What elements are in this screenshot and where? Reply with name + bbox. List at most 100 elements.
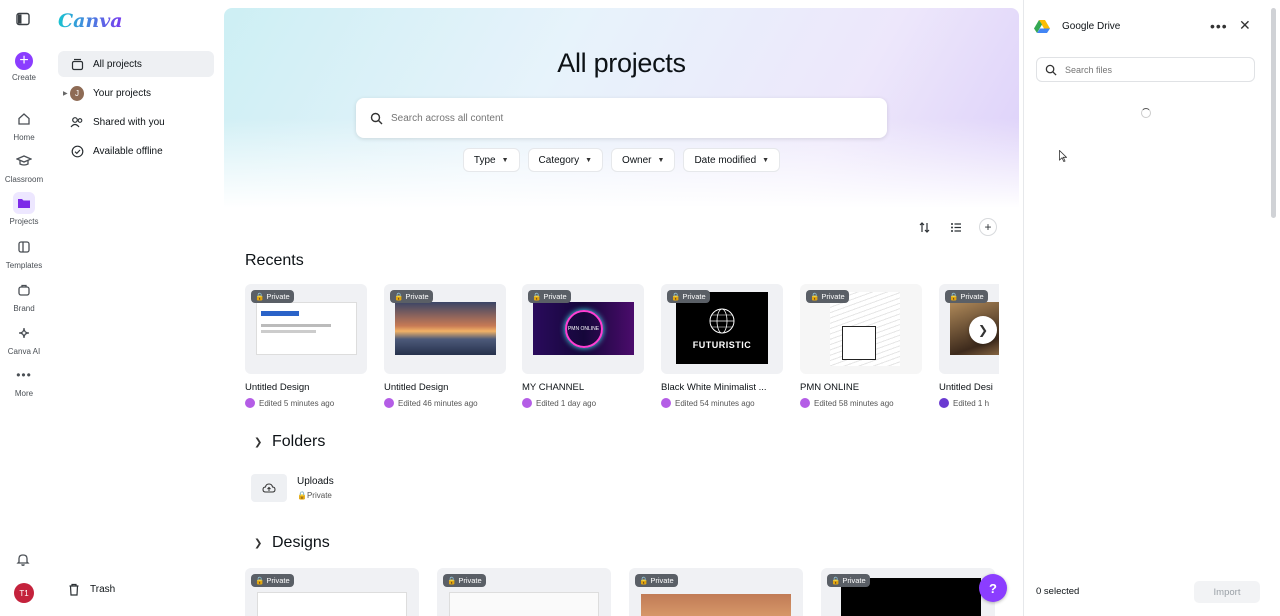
filter-owner[interactable]: Owner ▼: [611, 148, 676, 172]
designs-heading: Designs: [272, 534, 330, 551]
sort-icon[interactable]: [915, 218, 933, 236]
thumb-channel: PMN ONLINE: [533, 302, 634, 355]
card-edited: Edited 54 minutes ago: [675, 398, 755, 408]
chevron-down-icon[interactable]: ❯: [254, 437, 262, 448]
canva-app: + Create Home Classroom Projects Templat…: [0, 0, 1280, 616]
upload-cloud-icon: [251, 474, 287, 502]
sidebar-item-trash[interactable]: Trash: [68, 583, 115, 596]
content-search[interactable]: [356, 98, 887, 138]
folder-text: Uploads 🔒Private: [297, 476, 334, 500]
sidebar-item-label: All projects: [93, 58, 142, 70]
badge-label: Private: [266, 292, 290, 301]
badge-label: Private: [842, 576, 866, 585]
design-card[interactable]: 🔒 Private: [629, 568, 803, 616]
recent-card[interactable]: 🔒 Private Untitled Design Edited 46 minut…: [384, 284, 506, 408]
badge-label: Private: [405, 292, 429, 301]
design-thumbnail: 🔒 Private: [384, 284, 506, 374]
recent-card[interactable]: 🔒 Private PMN ONLINE Edited 58 minutes ag…: [800, 284, 922, 408]
rail-home[interactable]: Home: [0, 108, 48, 142]
rail-create[interactable]: + Create: [0, 52, 48, 82]
sidebar-item-label: Shared with you: [93, 116, 165, 128]
owner-avatar: [939, 398, 949, 408]
card-title: Untitled Design: [384, 382, 449, 393]
lock-icon: 🔒: [831, 576, 841, 585]
design-card[interactable]: 🔒 Private: [821, 568, 995, 616]
owner-avatar: [384, 398, 394, 408]
import-button[interactable]: Import: [1194, 581, 1260, 603]
card-edited: Edited 1 day ago: [536, 398, 597, 408]
panel-scrollbar[interactable]: [1271, 8, 1276, 218]
card-edited: Edited 58 minutes ago: [814, 398, 894, 408]
sidebar-item-label: Trash: [90, 584, 116, 595]
thumb-document: [449, 592, 599, 616]
loading-spinner: [1141, 108, 1151, 118]
drive-search[interactable]: [1036, 57, 1255, 82]
people-icon: [70, 115, 84, 129]
caret-right-icon[interactable]: ▶: [63, 90, 68, 97]
folder-privacy-label: Private: [306, 491, 332, 500]
more-options-icon[interactable]: •••: [1210, 18, 1228, 34]
lock-icon: 🔒: [532, 292, 542, 301]
close-icon[interactable]: ✕: [1239, 17, 1251, 34]
sidebar-item-shared[interactable]: Shared with you: [58, 109, 214, 135]
list-view-icon[interactable]: [947, 218, 965, 236]
card-title: Black White Minimalist ...: [661, 382, 767, 393]
filter-category[interactable]: Category ▼: [527, 148, 604, 172]
folder-uploads[interactable]: Uploads 🔒Private: [251, 474, 334, 502]
sidebar-item-your-projects[interactable]: ▶ J Your projects: [58, 80, 214, 106]
card-edited: Edited 46 minutes ago: [398, 398, 478, 408]
rail-label: Classroom: [4, 175, 44, 184]
sidebar-item-label: Available offline: [93, 145, 163, 157]
design-card[interactable]: 🔒 Private: [437, 568, 611, 616]
chevron-down-icon: ▼: [762, 156, 770, 164]
search-input[interactable]: [391, 112, 831, 124]
thumb-sketch: [830, 292, 900, 366]
thumb-document: [257, 592, 407, 616]
filter-bar: Type ▼ Category ▼ Owner ▼ Date modified ▼: [224, 148, 1019, 172]
private-badge: 🔒 Private: [251, 574, 294, 587]
google-drive-panel: Google Drive ••• ✕ 0 selected Import: [1023, 0, 1268, 616]
chevron-right-icon: ❯: [977, 323, 989, 337]
trash-icon: [68, 583, 80, 596]
lock-icon: 🔒: [810, 292, 820, 301]
design-thumbnail: 🔒 Private FUTURISTIC: [661, 284, 783, 374]
rail-canva-ai[interactable]: Canva AI: [0, 322, 48, 356]
sidebar-item-label: Your projects: [93, 87, 151, 99]
rail-projects[interactable]: Projects: [0, 192, 48, 226]
design-thumbnail: 🔒 Private: [245, 284, 367, 374]
badge-label: Private: [458, 576, 482, 585]
card-meta: Edited 54 minutes ago: [661, 398, 783, 408]
drive-search-input[interactable]: [1065, 64, 1245, 75]
canva-logo[interactable]: Canva: [58, 10, 123, 32]
rail-classroom[interactable]: Classroom: [0, 150, 48, 184]
folder-privacy: 🔒Private: [297, 491, 334, 500]
globe-icon: [709, 308, 735, 334]
sidebar-item-offline[interactable]: Available offline: [58, 138, 214, 164]
recent-card[interactable]: 🔒 Private PMN ONLINE MY CHANNEL Edited 1 …: [522, 284, 644, 408]
recent-card[interactable]: 🔒 Private Untitled Desi Edited 1 h: [939, 284, 999, 408]
user-avatar[interactable]: T1: [14, 583, 34, 603]
badge-label: Private: [650, 576, 674, 585]
bell-icon[interactable]: [16, 552, 30, 572]
carousel-next-button[interactable]: ❯: [969, 316, 997, 344]
filter-type[interactable]: Type ▼: [462, 148, 520, 172]
sidebar-item-all-projects[interactable]: All projects: [58, 51, 214, 77]
brand-icon: [13, 279, 35, 301]
sidebar-toggle-icon[interactable]: [16, 12, 32, 28]
add-new-icon[interactable]: +: [979, 218, 997, 236]
filter-date-modified[interactable]: Date modified ▼: [683, 148, 781, 172]
design-card[interactable]: 🔒 Private: [245, 568, 419, 616]
view-tools: +: [915, 218, 997, 236]
rail-templates[interactable]: Templates: [0, 236, 48, 270]
chevron-down-icon[interactable]: ❯: [254, 538, 262, 549]
folders-heading: Folders: [272, 433, 326, 450]
rail-brand[interactable]: Brand: [0, 279, 48, 313]
badge-label: Private: [682, 292, 706, 301]
private-badge: 🔒 Private: [443, 574, 486, 587]
private-badge: 🔒 Private: [667, 290, 710, 303]
recent-card[interactable]: 🔒 Private FUTURISTIC Black White Minimali…: [661, 284, 783, 408]
owner-avatar: [522, 398, 532, 408]
recent-card[interactable]: 🔒 Private Untitled Design Edited 5 minute…: [245, 284, 367, 408]
help-button[interactable]: ?: [979, 574, 1007, 602]
rail-more[interactable]: ••• More: [0, 364, 48, 398]
